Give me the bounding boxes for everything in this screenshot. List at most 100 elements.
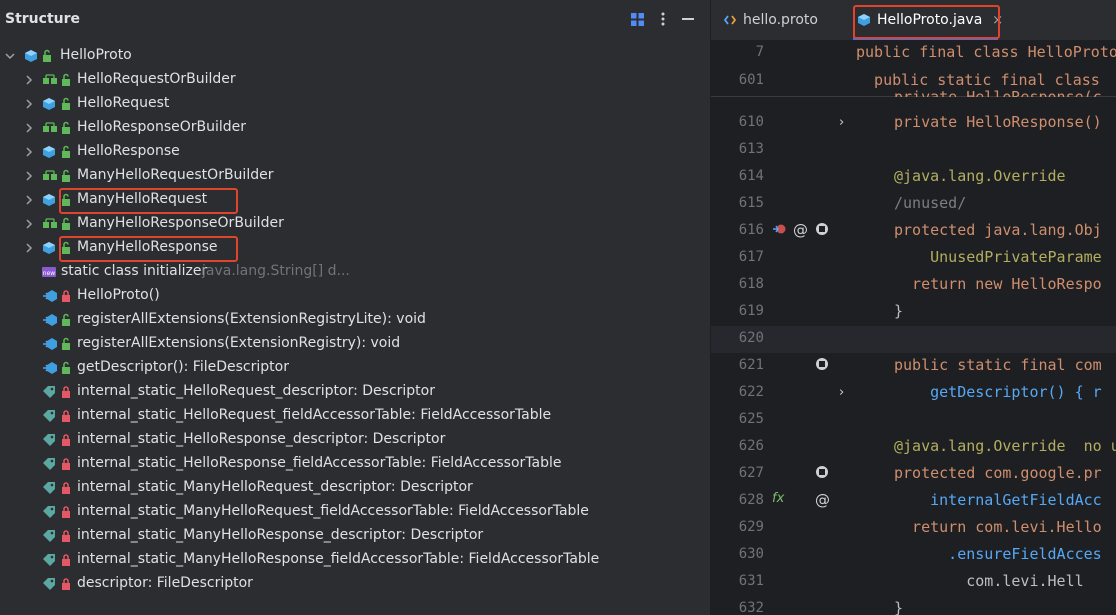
code-line[interactable]: 631 com.levi.Hell — [711, 569, 1116, 596]
svg-text:new: new — [43, 270, 55, 277]
tree-item[interactable]: internal_static_ManyHelloResponse_descri… — [0, 524, 710, 548]
line-number: 625 — [738, 411, 764, 427]
code-line[interactable]: 621 public static final com — [711, 353, 1116, 380]
code-text: } — [894, 599, 904, 615]
partial-code-line: private HelloResponse(c — [894, 88, 1102, 97]
tree-item[interactable]: HelloResponseOrBuilder — [0, 116, 710, 140]
code-line[interactable]: 625 — [711, 407, 1116, 434]
line-number: 631 — [738, 573, 764, 589]
code-text: getDescriptor() { r — [894, 383, 1102, 401]
class-icon — [42, 193, 58, 207]
lock-icon — [60, 289, 74, 303]
tree-item[interactable]: internal_static_HelloResponse_fieldAcces… — [0, 452, 710, 476]
chevron-right-icon[interactable] — [23, 212, 35, 236]
code-line[interactable]: 620 — [711, 326, 1116, 353]
code-line[interactable]: 7 public final class HelloProto — [711, 40, 1116, 67]
tree-item[interactable]: ManyHelloResponseOrBuilder — [0, 212, 710, 236]
tree-item[interactable]: registerAllExtensions(ExtensionRegistryL… — [0, 308, 710, 332]
minimize-icon[interactable] — [680, 10, 696, 28]
code-line[interactable]: 618 return new HelloRespo — [711, 272, 1116, 299]
code-line[interactable]: 626 @java.lang.Override no u — [711, 434, 1116, 461]
tab-hello-proto[interactable]: hello.proto — [723, 0, 818, 40]
tree-item[interactable]: registerAllExtensions(ExtensionRegistry)… — [0, 332, 710, 356]
code-line[interactable]: 622 getDescriptor() { r — [711, 380, 1116, 407]
interface-icon — [42, 73, 58, 87]
code-line[interactable]: 617 UnusedPrivateParame — [711, 245, 1116, 272]
tree-item[interactable]: HelloRequestOrBuilder — [0, 68, 710, 92]
code-line[interactable]: 629 return com.levi.Hello — [711, 515, 1116, 542]
chevron-right-icon[interactable] — [23, 116, 35, 140]
tree-item-label: internal_static_HelloRequest_descriptor:… — [77, 383, 435, 399]
lock-icon — [60, 409, 74, 423]
tree-item[interactable]: descriptor: FileDescriptor — [0, 572, 710, 596]
tree-root[interactable]: HelloProto — [0, 44, 710, 68]
annotation-icon[interactable]: @ — [793, 221, 808, 239]
view-options-icon[interactable] — [629, 10, 645, 28]
code-text: public final class HelloProto — [856, 43, 1116, 61]
tree-item-label: HelloRequestOrBuilder — [77, 71, 236, 87]
field-icon — [42, 433, 58, 447]
tree-item[interactable]: internal_static_ManyHelloResponse_fieldA… — [0, 548, 710, 572]
lock-icon — [60, 481, 74, 495]
lambda-icon[interactable]: fx — [772, 491, 784, 506]
class-icon — [24, 49, 38, 63]
class-icon — [42, 97, 58, 111]
lock-icon — [60, 505, 74, 519]
highlight-box-request — [59, 188, 238, 214]
line-number: 613 — [738, 141, 764, 157]
chevron-right-icon[interactable]: › — [839, 385, 844, 400]
chevron-right-icon[interactable] — [23, 140, 35, 164]
line-number: 617 — [738, 249, 764, 265]
class-icon — [42, 241, 58, 255]
tree-item[interactable]: getDescriptor(): FileDescriptor — [0, 356, 710, 380]
breakpoint-icon[interactable] — [815, 357, 829, 375]
tree-item[interactable]: internal_static_HelloRequest_fieldAccess… — [0, 404, 710, 428]
annotation-icon[interactable]: @ — [815, 491, 830, 509]
code-line[interactable]: 632} — [711, 596, 1116, 615]
code-text: public static final com — [894, 356, 1102, 374]
chevron-right-icon[interactable]: › — [839, 115, 844, 130]
chevron-right-icon[interactable] — [23, 236, 35, 260]
tree-item[interactable]: ManyHelloRequestOrBuilder — [0, 164, 710, 188]
code-text: protected java.lang.Obj — [894, 221, 1102, 239]
chevron-right-icon[interactable] — [23, 164, 35, 188]
tree-item[interactable]: HelloResponse — [0, 140, 710, 164]
line-number: 629 — [738, 519, 764, 535]
code-line[interactable]: 627 protected com.google.pr — [711, 461, 1116, 488]
tree-item[interactable]: new static class initializer java.lang.Str… — [0, 260, 710, 284]
more-options-icon[interactable] — [655, 10, 671, 28]
code-text: /unused/ — [894, 194, 967, 212]
lock-open-icon — [60, 169, 74, 183]
tree-item[interactable]: HelloProto() — [0, 284, 710, 308]
lock-open-icon — [60, 97, 74, 111]
chevron-right-icon[interactable] — [23, 68, 35, 92]
tree-item-label: getDescriptor(): FileDescriptor — [77, 359, 289, 375]
line-number: 614 — [738, 168, 764, 184]
code-line[interactable]: 610 private HelloResponse() — [711, 110, 1116, 137]
lock-open-icon — [60, 313, 74, 327]
code-text: private HelloResponse() — [894, 113, 1102, 131]
tree-item-label: HelloProto() — [77, 287, 160, 303]
tree-item[interactable]: internal_static_HelloResponse_descriptor… — [0, 428, 710, 452]
code-line[interactable]: 614 @java.lang.Override — [711, 164, 1116, 191]
proto-file-icon — [723, 13, 737, 27]
tree-item[interactable]: internal_static_ManyHelloRequest_descrip… — [0, 476, 710, 500]
breakpoint-icon[interactable] — [815, 465, 829, 483]
override-icon[interactable] — [772, 222, 786, 240]
chevron-right-icon[interactable] — [23, 188, 35, 212]
field-icon — [42, 385, 58, 399]
chevron-right-icon[interactable] — [23, 92, 35, 116]
tree-item[interactable]: internal_static_ManyHelloRequest_fieldAc… — [0, 500, 710, 524]
code-line[interactable]: 630 .ensureFieldAcces — [711, 542, 1116, 569]
chevron-down-icon[interactable] — [4, 44, 16, 68]
tree-item[interactable]: HelloRequest — [0, 92, 710, 116]
class-icon — [42, 145, 58, 159]
lock-icon — [60, 577, 74, 591]
code-line[interactable]: 615/unused/ — [711, 191, 1116, 218]
lock-icon — [60, 385, 74, 399]
code-line[interactable]: 613 — [711, 137, 1116, 164]
code-text: protected com.google.pr — [894, 464, 1102, 482]
code-line[interactable]: 619} — [711, 299, 1116, 326]
tree-item[interactable]: internal_static_HelloRequest_descriptor:… — [0, 380, 710, 404]
breakpoint-icon[interactable] — [815, 222, 829, 240]
